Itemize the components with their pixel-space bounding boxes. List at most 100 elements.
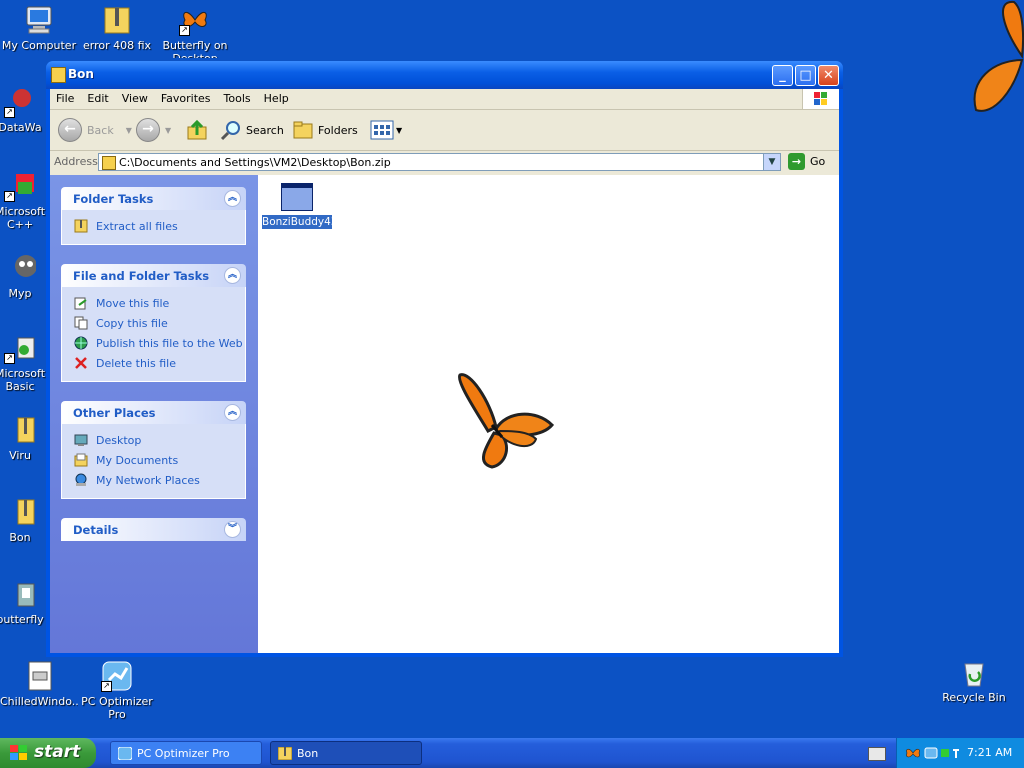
system-tray: 7:21 AM [896,738,1024,768]
desktop-icon-label: ChilledWindo... [0,695,78,708]
butterfly-image [446,371,558,474]
link-label: Publish this file to the Web [96,336,243,350]
desktop-butterfly-image [964,0,1024,121]
desktop-icon-chilledwindows[interactable]: ChilledWindo... [0,660,78,708]
desktop-icon-label: Myp [8,287,32,300]
collapse-chevron-icon[interactable]: ︽ [224,267,241,284]
up-folder-icon [187,119,207,140]
go-button[interactable]: → Go [788,153,825,170]
extract-all-files-link[interactable]: Extract all files [74,216,245,236]
desktop-icon-pc-optimizer-pro[interactable]: ↗ PC Optimizer Pro [78,660,156,721]
file-item-bonzibuddy[interactable]: BonziBuddy432 [262,183,344,229]
desktop-icon-viru[interactable]: Viru [0,414,50,462]
details-header[interactable]: Details ︾ [61,518,246,541]
collapse-chevron-icon[interactable]: ︽ [224,190,241,207]
desktop-icon-label: error 408 fix [82,39,152,52]
desktop-icon-label: butterfly [0,613,44,626]
desktop-link[interactable]: Desktop [74,430,245,450]
address-bar: Address C:\Documents and Settings\VM2\De… [50,151,839,173]
desktop-icon-myp[interactable]: Myp [0,252,50,300]
menu-file[interactable]: File [50,89,81,105]
delete-x-icon [75,357,87,369]
collapse-chevron-icon[interactable]: ︽ [224,404,241,421]
file-list-area[interactable]: BonziBuddy432 [258,175,839,653]
move-this-file-link[interactable]: Move this file [74,293,245,313]
desktop-icon-butterfly-on-desktop[interactable]: ↗ Butterfly on Desktop [156,4,234,58]
zip-folder-icon [74,219,88,233]
back-button[interactable]: ← Back ▼ [58,118,132,142]
shortcut-arrow-icon: ↗ [4,191,15,202]
taskbar-item-label: PC Optimizer Pro [137,747,230,760]
tray-app-icon [953,749,959,758]
folders-icon [293,121,313,139]
chevron-down-icon: ▼ [165,125,172,135]
desktop-icon-datawa[interactable]: ↗ DataWa [0,86,50,134]
back-label: Back [87,123,114,137]
desktop-icon-recycle-bin[interactable]: Recycle Bin [935,656,1013,704]
other-places-panel: Other Places ︽ Desktop My Documents My N… [61,401,246,499]
close-button[interactable]: ✕ [818,65,839,86]
desktop-icon-label: Butterfly on Desktop [162,39,228,58]
up-folder-button[interactable] [186,118,208,142]
my-documents-link[interactable]: My Documents [74,450,245,470]
desktop-icon-butterfly[interactable]: butterfly [0,578,50,626]
link-label: Desktop [96,433,142,447]
shortcut-arrow-icon: ↗ [4,107,15,118]
app-icon: ↗ [4,332,36,364]
desktop-icon-error-408-fix[interactable]: error 408 fix [78,4,156,52]
chevron-down-icon: ▼ [396,125,403,135]
link-label: Copy this file [96,316,168,330]
menu-edit[interactable]: Edit [81,89,115,105]
text-file-icon [23,660,55,692]
panel-body: Extract all files [61,210,246,245]
delete-this-file-link[interactable]: Delete this file [74,353,245,373]
desktop-icon-label: My Computer [1,39,77,52]
my-computer-icon [23,4,55,36]
chevron-down-icon[interactable]: ▼ [763,154,780,170]
forward-arrow-icon: → [136,118,160,142]
desktop-icon-bon[interactable]: Bon [0,496,50,544]
views-button[interactable]: ▼ [370,118,402,142]
move-file-icon [74,297,87,310]
menu-favorites[interactable]: Favorites [155,89,218,105]
desktop-icon-my-computer[interactable]: My Computer [0,4,78,52]
chevron-down-icon: ▼ [125,125,132,135]
taskbar-item-bon[interactable]: Bon [270,741,422,765]
butterfly-icon [906,748,920,758]
other-places-header[interactable]: Other Places ︽ [61,401,246,424]
copy-this-file-link[interactable]: Copy this file [74,313,245,333]
taskbar-item-pc-optimizer-pro[interactable]: PC Optimizer Pro [110,741,262,765]
menu-view[interactable]: View [116,89,155,105]
expand-chevron-icon[interactable]: ︾ [224,521,241,538]
menu-tools[interactable]: Tools [218,89,258,105]
link-label: Delete this file [96,356,176,370]
folders-label: Folders [318,123,358,137]
folder-tasks-header[interactable]: Folder Tasks ︽ [61,187,246,210]
desktop-icon-label: Recycle Bin [942,691,1006,704]
zip-folder-icon [4,496,36,528]
start-button[interactable]: start [0,738,96,768]
menu-help[interactable]: Help [258,89,296,105]
explorer-window: Bon _ □ ✕ File Edit View Favorites Tools Help… [46,61,843,657]
desktop-icon-microsoft-basic[interactable]: ↗ Microsoft Basic [0,332,50,393]
taskbar-item-label: Bon [297,747,319,760]
publish-to-web-link[interactable]: Publish this file to the Web [74,333,245,353]
search-button[interactable]: Search [220,118,284,142]
network-places-icon [75,473,87,486]
keyboard-icon[interactable] [868,747,886,761]
folders-button[interactable]: Folders [292,118,358,142]
desktop-icon-label: Viru [9,449,31,462]
clock[interactable]: 7:21 AM [967,746,1012,759]
my-network-places-link[interactable]: My Network Places [74,470,245,490]
link-label: My Network Places [96,473,200,487]
title-bar[interactable]: Bon _ □ ✕ [46,61,843,89]
desktop-icon-microsoft-cpp[interactable]: ↗ Microsoft C++ [0,170,50,231]
details-panel: Details ︾ [61,518,246,541]
shortcut-arrow-icon: ↗ [101,681,112,692]
forward-button[interactable]: → ▼ [136,118,171,142]
address-input[interactable]: C:\Documents and Settings\VM2\Desktop\Bo… [98,153,781,171]
file-tasks-header[interactable]: File and Folder Tasks ︽ [61,264,246,287]
minimize-button[interactable]: _ [772,65,793,86]
maximize-button[interactable]: □ [795,65,816,86]
butterfly-icon: ↗ [179,4,211,36]
